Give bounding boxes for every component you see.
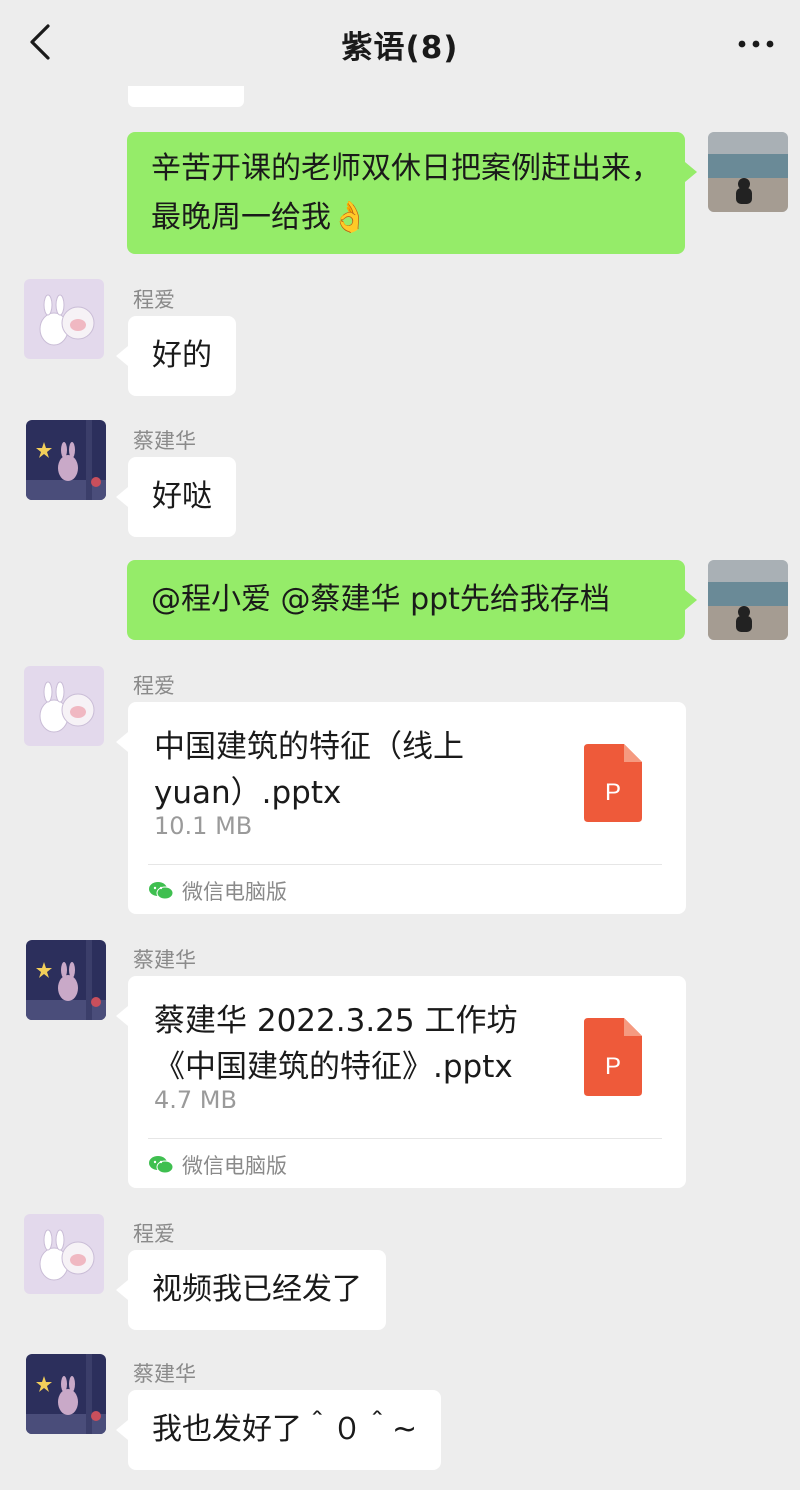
message-bubble[interactable]: 我也发好了＾０＾~ [115,1390,442,1470]
sender-avatar-cai-jianhua[interactable] [26,420,106,500]
file-size: 10.1 MB [154,812,253,840]
message-text: 视频我已经发了 [152,1272,362,1307]
file-type-letter: P [605,779,621,806]
wechat-icon [149,882,174,900]
sender-avatar-cheng-ai[interactable] [24,1214,104,1294]
sender-name: 蔡建华 [133,429,196,453]
file-size: 4.7 MB [154,1086,237,1114]
file-source-label: 微信电脑版 [182,880,287,904]
file-name: 中国建筑的特征（线上yuan）.pptx [154,729,464,811]
file-type-letter: P [605,1053,621,1080]
file-message-card[interactable]: 中国建筑的特征（线上yuan）.pptx 10.1 MB P 微信电脑版 [116,702,686,914]
more-dots-icon [738,40,774,48]
sender-name: 程爱 [133,674,175,698]
sender-name: 程爱 [133,1222,175,1246]
self-message-bubble[interactable]: @程小爱 @蔡建华 ppt先给我存档 [127,560,697,640]
file-source-label: 微信电脑版 [182,1154,287,1178]
file-source: 微信电脑版 [148,1150,287,1180]
sender-name: 蔡建华 [133,948,196,972]
previous-message-bubble[interactable] [128,86,244,107]
sender-avatar-cheng-ai[interactable] [24,279,104,359]
message-text: 我也发好了＾０＾~ [152,1412,418,1447]
sender-name: 程爱 [133,288,175,312]
sender-name: 蔡建华 [133,1362,196,1386]
self-avatar[interactable] [708,560,788,640]
divider [148,864,662,865]
ppt-file-icon: P [584,1018,642,1096]
message-text: 好哒 [152,479,212,514]
message-text: 好的 [152,338,212,373]
ppt-file-icon: P [584,744,642,822]
divider [148,1138,662,1139]
message-text: 辛苦开课的老师双休日把案例赶出来，最晚周一给我👌 [151,151,661,235]
more-options-button[interactable] [732,24,780,64]
message-bubble[interactable]: 视频我已经发了 [116,1250,386,1330]
chat-header: 紫语(8) [0,0,800,86]
file-name: 蔡建华 2022.3.25 工作坊《中国建筑的特征》.pptx [154,1003,518,1085]
sender-avatar-cai-jianhua[interactable] [26,1354,106,1434]
sender-avatar-cai-jianhua[interactable] [26,940,106,1020]
sender-avatar-cheng-ai[interactable] [24,666,104,746]
message-text: @程小爱 @蔡建华 ppt先给我存档 [151,582,610,617]
self-avatar[interactable] [708,132,788,212]
wechat-icon [149,1156,174,1174]
message-bubble[interactable]: 好哒 [116,457,236,537]
file-source: 微信电脑版 [148,876,287,906]
file-message-card[interactable]: 蔡建华 2022.3.25 工作坊《中国建筑的特征》.pptx 4.7 MB P… [116,976,686,1188]
message-bubble[interactable]: 好的 [116,316,236,396]
chat-title: 紫语(8) [341,30,459,66]
self-message-bubble[interactable]: 辛苦开课的老师双休日把案例赶出来，最晚周一给我👌 [127,132,697,254]
